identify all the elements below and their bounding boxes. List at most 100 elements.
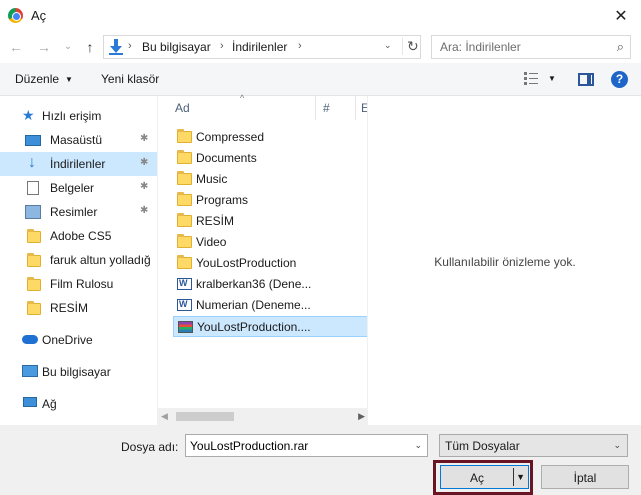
organize-label: Düzenle (15, 72, 60, 86)
cancel-button-label: İptal (573, 471, 597, 485)
sidebar-item-label: Adobe CS5 (50, 229, 112, 243)
list-item[interactable]: Programs (173, 190, 369, 211)
folder-icon (27, 277, 41, 291)
breadcrumb-separator: › (220, 40, 224, 52)
desktop-icon (25, 135, 41, 146)
chevron-down-icon[interactable]: ⌄ (414, 440, 422, 451)
open-button[interactable]: Aç ▼ (440, 465, 529, 489)
list-item[interactable]: Documents (173, 148, 369, 169)
filetype-value: Tüm Dosyalar (445, 439, 520, 453)
cancel-button[interactable]: İptal (541, 465, 629, 489)
scroll-right-icon[interactable]: ▶ (358, 411, 365, 422)
sidebar-item-quick-access[interactable]: ★ Hızlı erişim (0, 104, 157, 128)
scrollbar-thumb[interactable] (176, 412, 234, 421)
chevron-down-icon: ⌄ (613, 440, 621, 450)
back-button[interactable]: ← (8, 39, 24, 55)
file-name: Documents (196, 151, 257, 165)
sidebar-item-label: Hızlı erişim (42, 109, 102, 123)
list-item[interactable]: YouLostProduction (173, 253, 369, 274)
preview-empty-message: Kullanılabilir önizleme yok. (434, 255, 576, 269)
folder-icon (177, 192, 192, 206)
documents-icon (27, 181, 39, 195)
open-button-label: Aç (469, 471, 484, 485)
file-list: ^ Ad # E Compressed Documents Music Prog… (157, 93, 369, 425)
downloads-icon (109, 39, 123, 55)
list-item[interactable]: Compressed (173, 127, 369, 148)
address-dropdown-button[interactable]: ⌄ (384, 40, 392, 51)
close-button[interactable]: ✕ (601, 0, 641, 31)
new-folder-button[interactable]: Yeni klasör (101, 72, 159, 86)
folder-icon (177, 129, 192, 143)
preview-pane: Kullanılabilir önizleme yok. (367, 96, 641, 425)
sidebar-item-onedrive[interactable]: OneDrive (0, 328, 157, 352)
forward-button[interactable]: → (36, 39, 52, 55)
list-item[interactable]: Video (173, 232, 369, 253)
list-item[interactable]: Numerian (Deneme... (173, 295, 369, 316)
navigation-pane: ★ Hızlı erişim Masaüstü ✱ ↓ İndirilenler… (0, 96, 157, 425)
breadcrumb-downloads[interactable]: İndirilenler (232, 40, 287, 54)
view-dropdown-icon[interactable]: ▼ (548, 74, 556, 83)
sidebar-item-label: Bu bilgisayar (42, 365, 111, 379)
open-dropdown-icon[interactable]: ▼ (516, 472, 525, 482)
file-name: Numerian (Deneme... (196, 298, 311, 312)
search-icon[interactable]: ⌕ (617, 39, 624, 55)
list-item[interactable]: YouLostProduction.... (173, 316, 369, 337)
folder-icon (27, 301, 41, 315)
filetype-select[interactable]: Tüm Dosyalar ⌄ (439, 434, 628, 457)
sidebar-item-label: RESİM (50, 301, 89, 315)
help-icon[interactable]: ? (611, 71, 628, 88)
sidebar-item-this-pc[interactable]: Bu bilgisayar (0, 360, 157, 384)
file-name: Compressed (196, 130, 265, 144)
folder-icon (27, 229, 41, 243)
sidebar-item-documents[interactable]: Belgeler ✱ (0, 176, 157, 200)
breadcrumb-this-pc[interactable]: Bu bilgisayar (142, 40, 211, 54)
refresh-icon[interactable]: ↻ (402, 38, 419, 55)
scroll-left-icon[interactable]: ◀ (161, 411, 168, 422)
window-title: Aç (31, 8, 47, 23)
navigation-bar: ← → ⌄ ↑ › Bu bilgisayar › İndirilenler ›… (0, 31, 641, 63)
organize-menu[interactable]: Düzenle ▼ (15, 72, 73, 86)
up-button[interactable]: ↑ (82, 39, 98, 55)
folder-icon (177, 234, 192, 248)
pin-icon[interactable]: ✱ (140, 157, 148, 168)
column-divider[interactable] (355, 96, 356, 120)
search-box[interactable]: ⌕ (431, 35, 631, 59)
list-item[interactable]: Music (173, 169, 369, 190)
address-bar[interactable]: › Bu bilgisayar › İndirilenler › ⌄ ↻ (103, 35, 421, 59)
title-bar: Aç ✕ (0, 0, 641, 31)
file-name: YouLostProduction.... (197, 320, 311, 334)
file-name: RESİM (196, 214, 235, 228)
column-header-name[interactable]: Ad (175, 101, 190, 115)
sidebar-item-film-rulosu[interactable]: Film Rulosu (0, 272, 157, 296)
sidebar-item-faruk-altun[interactable]: faruk altun yolladığ (0, 248, 157, 272)
file-name: Music (196, 172, 228, 186)
chevron-down-icon: ▼ (65, 75, 73, 84)
recent-locations-button[interactable]: ⌄ (60, 39, 76, 55)
sidebar-item-label: İndirilenler (50, 157, 106, 171)
sidebar-item-desktop[interactable]: Masaüstü ✱ (0, 128, 157, 152)
star-icon: ★ (22, 107, 35, 123)
horizontal-scrollbar[interactable]: ◀ ▶ (158, 408, 368, 425)
sidebar-item-network[interactable]: Ağ (0, 392, 157, 416)
sidebar-item-resim[interactable]: RESİM (0, 296, 157, 320)
network-icon (23, 397, 37, 407)
column-divider[interactable] (315, 96, 316, 120)
filename-input[interactable] (190, 438, 400, 454)
file-name: kralberkan36 (Dene... (196, 277, 312, 291)
view-options-icon[interactable] (524, 72, 538, 86)
folder-icon (27, 253, 41, 267)
pin-icon[interactable]: ✱ (140, 205, 148, 216)
pin-icon[interactable]: ✱ (140, 133, 148, 144)
column-header-number[interactable]: # (323, 101, 330, 115)
preview-pane-icon[interactable] (578, 73, 594, 86)
sidebar-item-downloads[interactable]: ↓ İndirilenler ✱ (0, 152, 157, 176)
search-input[interactable] (440, 39, 600, 55)
sidebar-item-adobe-cs5[interactable]: Adobe CS5 (0, 224, 157, 248)
folder-icon (177, 171, 192, 185)
sidebar-item-pictures[interactable]: Resimler ✱ (0, 200, 157, 224)
list-item[interactable]: RESİM (173, 211, 369, 232)
filename-combobox[interactable]: ⌄ (185, 434, 428, 457)
pin-icon[interactable]: ✱ (140, 181, 148, 192)
sidebar-item-label: Ağ (42, 397, 57, 411)
list-item[interactable]: kralberkan36 (Dene... (173, 274, 369, 295)
